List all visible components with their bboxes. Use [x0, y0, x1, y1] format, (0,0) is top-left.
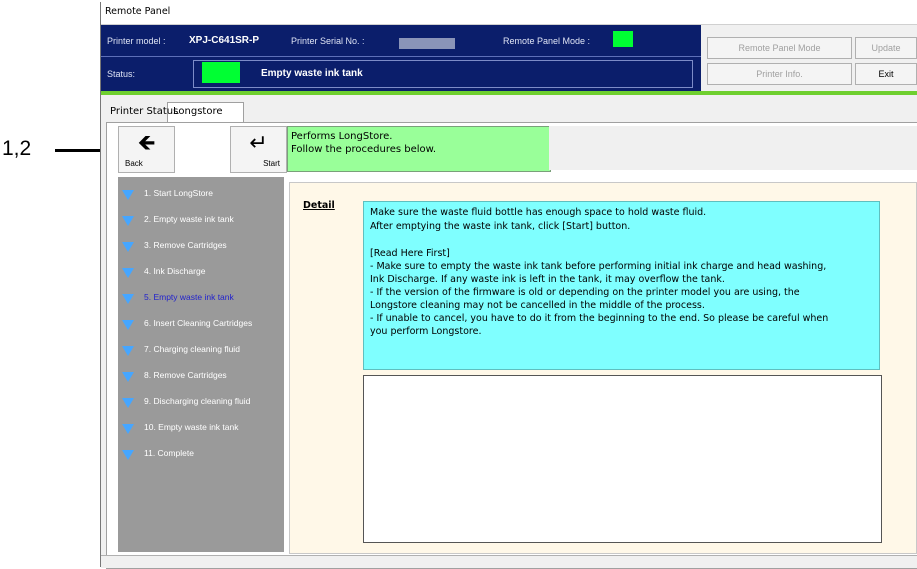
step-triangle-icon: [122, 450, 134, 460]
step-triangle-icon: [122, 346, 134, 356]
step-triangle-icon: [122, 372, 134, 382]
tab-longstore[interactable]: Longstore: [173, 106, 223, 117]
back-label: Back: [125, 159, 143, 168]
detail-line: Make sure the waste fluid bottle has eno…: [370, 207, 707, 218]
start-button[interactable]: ↵ Start: [230, 126, 287, 173]
detail-line: [Read Here First]: [370, 248, 450, 259]
detail-line: Longstore cleaning may not be cancelled …: [370, 300, 705, 311]
remote-mode-label: Remote Panel Mode :: [503, 36, 591, 46]
message-line-1: Performs LongStore.: [291, 131, 393, 142]
message-line-2: Follow the procedures below.: [291, 144, 437, 155]
detail-line: Ink Discharge. If any waste ink is left …: [370, 274, 725, 285]
printer-model-label: Printer model :: [107, 36, 166, 46]
start-label: Start: [263, 159, 280, 168]
tab-printer-status[interactable]: Printer Status: [110, 106, 178, 117]
step-triangle-icon: [122, 320, 134, 330]
status-indicator: [202, 62, 240, 83]
serial-label: Printer Serial No. :: [291, 36, 365, 46]
accent-stripe: [101, 91, 917, 95]
callout-label: 1,2: [2, 137, 32, 160]
step-item: 10. Empty waste ink tank: [118, 417, 284, 439]
step-item: 8. Remove Cartridges: [118, 365, 284, 387]
printer-model-value: XPJ-C641SR-P: [189, 35, 260, 46]
back-button[interactable]: 🡸 Back: [118, 126, 175, 173]
arrow-left-icon: 🡸: [137, 131, 156, 156]
message-box: Performs LongStore. Follow the procedure…: [287, 126, 551, 172]
step-triangle-icon: [122, 216, 134, 226]
remote-mode-indicator: [613, 31, 633, 47]
detail-label: Detail: [303, 200, 335, 211]
step-item: 11. Complete: [118, 443, 284, 465]
step-triangle-icon: [122, 190, 134, 200]
exit-button[interactable]: Exit: [855, 63, 917, 85]
detail-line: After emptying the waste ink tank, click…: [370, 221, 631, 232]
step-item: 6. Insert Cleaning Cartridges: [118, 313, 284, 335]
step-triangle-icon: [122, 242, 134, 252]
step-item-current: 5. Empty waste ink tank: [118, 287, 284, 309]
remote-panel-mode-button[interactable]: Remote Panel Mode: [707, 37, 852, 59]
serial-redacted: [399, 38, 455, 49]
step-item: 2. Empty waste ink tank: [118, 209, 284, 231]
step-triangle-icon: [122, 398, 134, 408]
input-area[interactable]: [363, 375, 882, 543]
title-bar: Remote Panel: [101, 2, 917, 25]
toolbar-filler: [549, 126, 917, 170]
detail-line: - Make sure to empty the waste ink tank …: [370, 261, 827, 272]
remote-panel-window: Remote Panel Printer model : XPJ-C641SR-…: [100, 2, 917, 569]
step-triangle-icon: [122, 294, 134, 304]
detail-text-box: Make sure the waste fluid bottle has eno…: [363, 201, 880, 370]
return-arrow-icon: ↵: [249, 131, 268, 156]
window-title: Remote Panel: [105, 6, 171, 17]
update-button[interactable]: Update: [855, 37, 917, 59]
status-value: Empty waste ink tank: [261, 68, 363, 79]
detail-line: - If unable to cancel, you have to do it…: [370, 313, 829, 324]
detail-line: you perform Longstore.: [370, 326, 482, 337]
step-item: 4. Ink Discharge: [118, 261, 284, 283]
step-triangle-icon: [122, 424, 134, 434]
step-item: 3. Remove Cartridges: [118, 235, 284, 257]
detail-line: - If the version of the firmware is old …: [370, 287, 800, 298]
status-strip: [101, 555, 917, 568]
step-triangle-icon: [122, 268, 134, 278]
printer-info-button[interactable]: Printer Info.: [707, 63, 852, 85]
step-item: 1. Start LongStore: [118, 183, 284, 205]
steps-sidebar: 1. Start LongStore 2. Empty waste ink ta…: [118, 177, 284, 552]
step-item: 9. Discharging cleaning fluid: [118, 391, 284, 413]
step-item: 7. Charging cleaning fluid: [118, 339, 284, 361]
status-label: Status:: [107, 69, 136, 79]
